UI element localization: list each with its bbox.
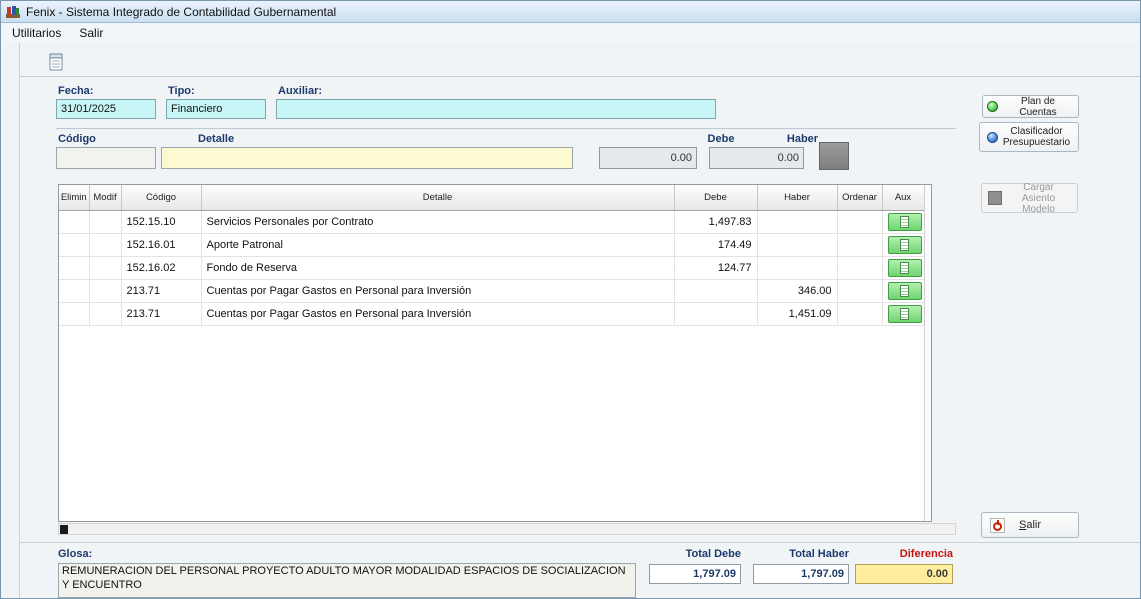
app-icon (5, 4, 21, 20)
diferencia-label: Diferencia (855, 548, 953, 560)
haber-display (709, 147, 804, 169)
cell-detalle: Servicios Personales por Contrato (201, 210, 674, 233)
cell-codigo: 152.16.01 (121, 233, 201, 256)
diferencia-value (855, 564, 953, 584)
aux-button[interactable] (888, 259, 922, 277)
cargar-asiento-modelo-button: Cargar Asiento Modelo (981, 183, 1078, 213)
total-haber-value (753, 564, 849, 584)
power-icon (990, 518, 1005, 533)
cell-haber: 346.00 (757, 279, 837, 302)
footer-divider (19, 542, 1141, 543)
scrollbar-thumb[interactable] (60, 525, 68, 534)
left-panel-divider (19, 43, 20, 599)
glosa-input[interactable]: REMUNERACION DEL PERSONAL PROYECTO ADULT… (58, 563, 636, 598)
cargar-asiento-label: Cargar Asiento Modelo (1006, 182, 1072, 215)
new-document-icon (49, 53, 64, 71)
plan-de-cuentas-button[interactable]: Plan de Cuentas (982, 95, 1079, 118)
gray-square-icon (988, 191, 1002, 205)
clasificador-presupuestario-button[interactable]: Clasificador Presupuestario (979, 122, 1079, 152)
form-divider (56, 128, 956, 129)
total-debe-value (649, 564, 741, 584)
cell-debe (674, 302, 757, 325)
cell-haber: 1,451.09 (757, 302, 837, 325)
fecha-input[interactable] (56, 99, 156, 119)
grid-row[interactable]: 152.16.01 Aporte Patronal 174.49 (59, 233, 924, 256)
col-detalle: Detalle (201, 185, 674, 210)
aux-button[interactable] (888, 236, 922, 254)
tipo-label: Tipo: (168, 85, 195, 97)
cell-debe: 124.77 (674, 256, 757, 279)
window-title: Fenix - Sistema Integrado de Contabilida… (26, 5, 336, 19)
codigo-label: Código (58, 133, 96, 145)
application-window: Fenix - Sistema Integrado de Contabilida… (0, 0, 1141, 599)
add-entry-button[interactable] (819, 142, 849, 170)
document-icon (900, 216, 909, 228)
col-codigo: Código (121, 185, 201, 210)
document-icon (900, 285, 909, 297)
title-bar: Fenix - Sistema Integrado de Contabilida… (1, 1, 1141, 23)
entries-table: Elimin Modif Código Detalle Debe Haber O… (59, 185, 925, 326)
cell-codigo: 213.71 (121, 302, 201, 325)
menu-utilitarios[interactable]: Utilitarios (3, 23, 70, 43)
cell-debe (674, 279, 757, 302)
col-aux: Aux (882, 185, 924, 210)
new-document-button[interactable] (43, 50, 69, 74)
detalle-label: Detalle (198, 133, 234, 145)
col-ordenar: Ordenar (837, 185, 882, 210)
entries-grid: Elimin Modif Código Detalle Debe Haber O… (58, 184, 932, 522)
tipo-input[interactable] (166, 99, 266, 119)
green-sphere-icon (987, 101, 998, 112)
grid-row[interactable]: 213.71 Cuentas por Pagar Gastos en Perso… (59, 302, 924, 325)
blue-sphere-icon (987, 132, 998, 143)
grid-header-row: Elimin Modif Código Detalle Debe Haber O… (59, 185, 924, 210)
cell-codigo: 152.16.02 (121, 256, 201, 279)
menu-bar: Utilitarios Salir (1, 23, 1141, 43)
col-debe: Debe (674, 185, 757, 210)
clasificador-label: Clasificador Presupuestario (1002, 126, 1072, 148)
debe-display (599, 147, 697, 169)
col-modif: Modif (89, 185, 121, 210)
cell-debe: 174.49 (674, 233, 757, 256)
col-elimin: Elimin (59, 185, 89, 210)
grid-row[interactable]: 152.16.02 Fondo de Reserva 124.77 (59, 256, 924, 279)
menu-salir[interactable]: Salir (70, 23, 112, 43)
cell-haber (757, 233, 837, 256)
cell-haber (757, 256, 837, 279)
cell-detalle: Fondo de Reserva (201, 256, 674, 279)
document-icon (900, 308, 909, 320)
document-icon (900, 239, 909, 251)
total-haber-label: Total Haber (753, 548, 849, 560)
col-haber: Haber (757, 185, 837, 210)
grid-row[interactable]: 213.71 Cuentas por Pagar Gastos en Perso… (59, 279, 924, 302)
cell-codigo: 213.71 (121, 279, 201, 302)
fecha-label: Fecha: (58, 85, 93, 97)
salir-label: Salir (1019, 519, 1041, 531)
grid-row[interactable]: 152.15.10 Servicios Personales por Contr… (59, 210, 924, 233)
cell-detalle: Cuentas por Pagar Gastos en Personal par… (201, 302, 674, 325)
detalle-input[interactable] (161, 147, 573, 169)
cell-debe: 1,497.83 (674, 210, 757, 233)
debe-label: Debe (681, 133, 761, 145)
cell-codigo: 152.15.10 (121, 210, 201, 233)
cell-detalle: Cuentas por Pagar Gastos en Personal par… (201, 279, 674, 302)
auxiliar-input[interactable] (276, 99, 716, 119)
aux-button[interactable] (888, 305, 922, 323)
aux-button[interactable] (888, 213, 922, 231)
plan-de-cuentas-label: Plan de Cuentas (1002, 96, 1074, 118)
horizontal-scrollbar[interactable] (58, 523, 956, 535)
codigo-input[interactable] (56, 147, 156, 169)
glosa-label: Glosa: (58, 548, 92, 560)
aux-button[interactable] (888, 282, 922, 300)
total-debe-label: Total Debe (649, 548, 741, 560)
toolbar-divider (19, 76, 1141, 77)
cell-haber (757, 210, 837, 233)
salir-button[interactable]: Salir (981, 512, 1079, 538)
auxiliar-label: Auxiliar: (278, 85, 322, 97)
vertical-scrollbar[interactable] (924, 185, 931, 521)
document-icon (900, 262, 909, 274)
cell-detalle: Aporte Patronal (201, 233, 674, 256)
